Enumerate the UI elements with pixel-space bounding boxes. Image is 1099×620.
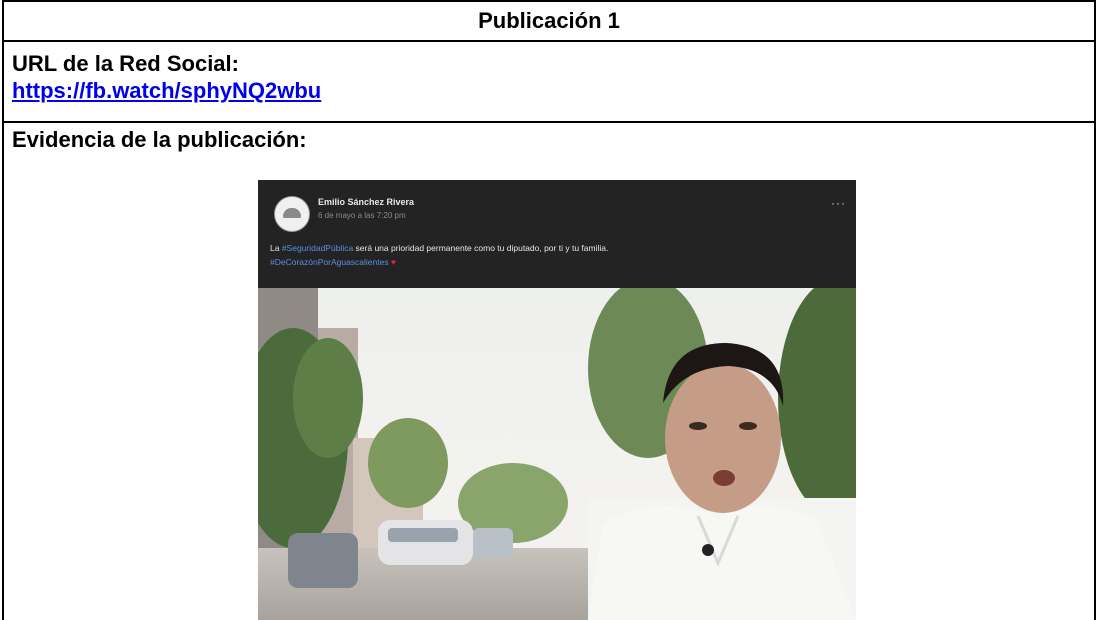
evidence-label: Evidencia de la publicación: — [12, 127, 307, 152]
more-options-icon: ··· — [831, 196, 846, 210]
url-cell: URL de la Red Social: https://fb.watch/s… — [2, 40, 1096, 123]
heart-icon: ♥ — [390, 257, 397, 267]
post-date: 6 de mayo a las 7:20 pm — [318, 211, 406, 220]
title-cell: Publicación 1 — [2, 0, 1096, 42]
post-text: La #SeguridadPública será una prioridad … — [270, 241, 845, 269]
page-title: Publicación 1 — [478, 8, 620, 33]
post-url-link[interactable]: https://fb.watch/sphyNQ2wbu — [12, 77, 321, 105]
post-text-body: será una prioridad permanente como tu di… — [353, 243, 609, 253]
hashtag-corazon: #DeCorazónPorAguascalientes — [270, 257, 389, 267]
author-avatar — [274, 196, 310, 232]
post-text-prefix: La — [270, 243, 282, 253]
url-label: URL de la Red Social: — [12, 51, 239, 76]
post-author: Emilio Sánchez Rivera — [318, 197, 415, 207]
facebook-post-screenshot: Emilio Sánchez Rivera 6 de mayo a las 7:… — [258, 180, 856, 620]
post-header: Emilio Sánchez Rivera 6 de mayo a las 7:… — [258, 180, 856, 288]
post-photo — [258, 288, 856, 620]
hashtag-seguridad: #SeguridadPública — [281, 243, 354, 253]
